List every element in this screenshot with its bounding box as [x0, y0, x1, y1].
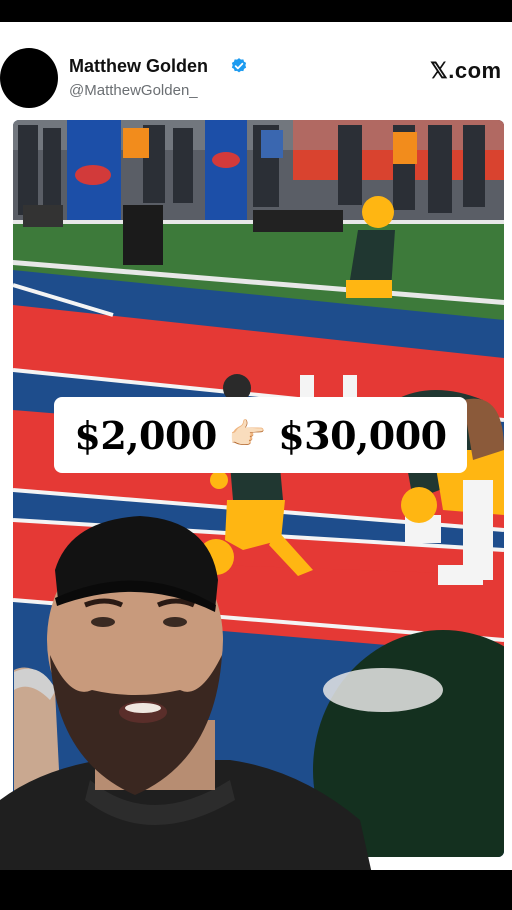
top-letterbox [0, 0, 512, 22]
price-from: $2,000 [74, 412, 217, 458]
user-name[interactable]: Matthew Golden [69, 56, 208, 77]
football-field-photo [13, 120, 504, 857]
price-banner: $2,000 👉🏻 $30,000 [54, 397, 467, 473]
price-to: $30,000 [278, 412, 447, 458]
user-handle[interactable]: @MatthewGolden_ [69, 82, 198, 99]
bottom-letterbox [0, 870, 512, 910]
verified-badge-icon [231, 58, 247, 73]
pointing-right-hand-icon: 👉🏻 [228, 418, 267, 451]
avatar[interactable] [0, 48, 58, 108]
tweet-card: Matthew Golden @MatthewGolden_ 𝕏.com $2,… [0, 22, 512, 870]
post-image[interactable]: $2,000 👉🏻 $30,000 [13, 120, 504, 857]
x-logo: 𝕏.com [430, 58, 502, 83]
